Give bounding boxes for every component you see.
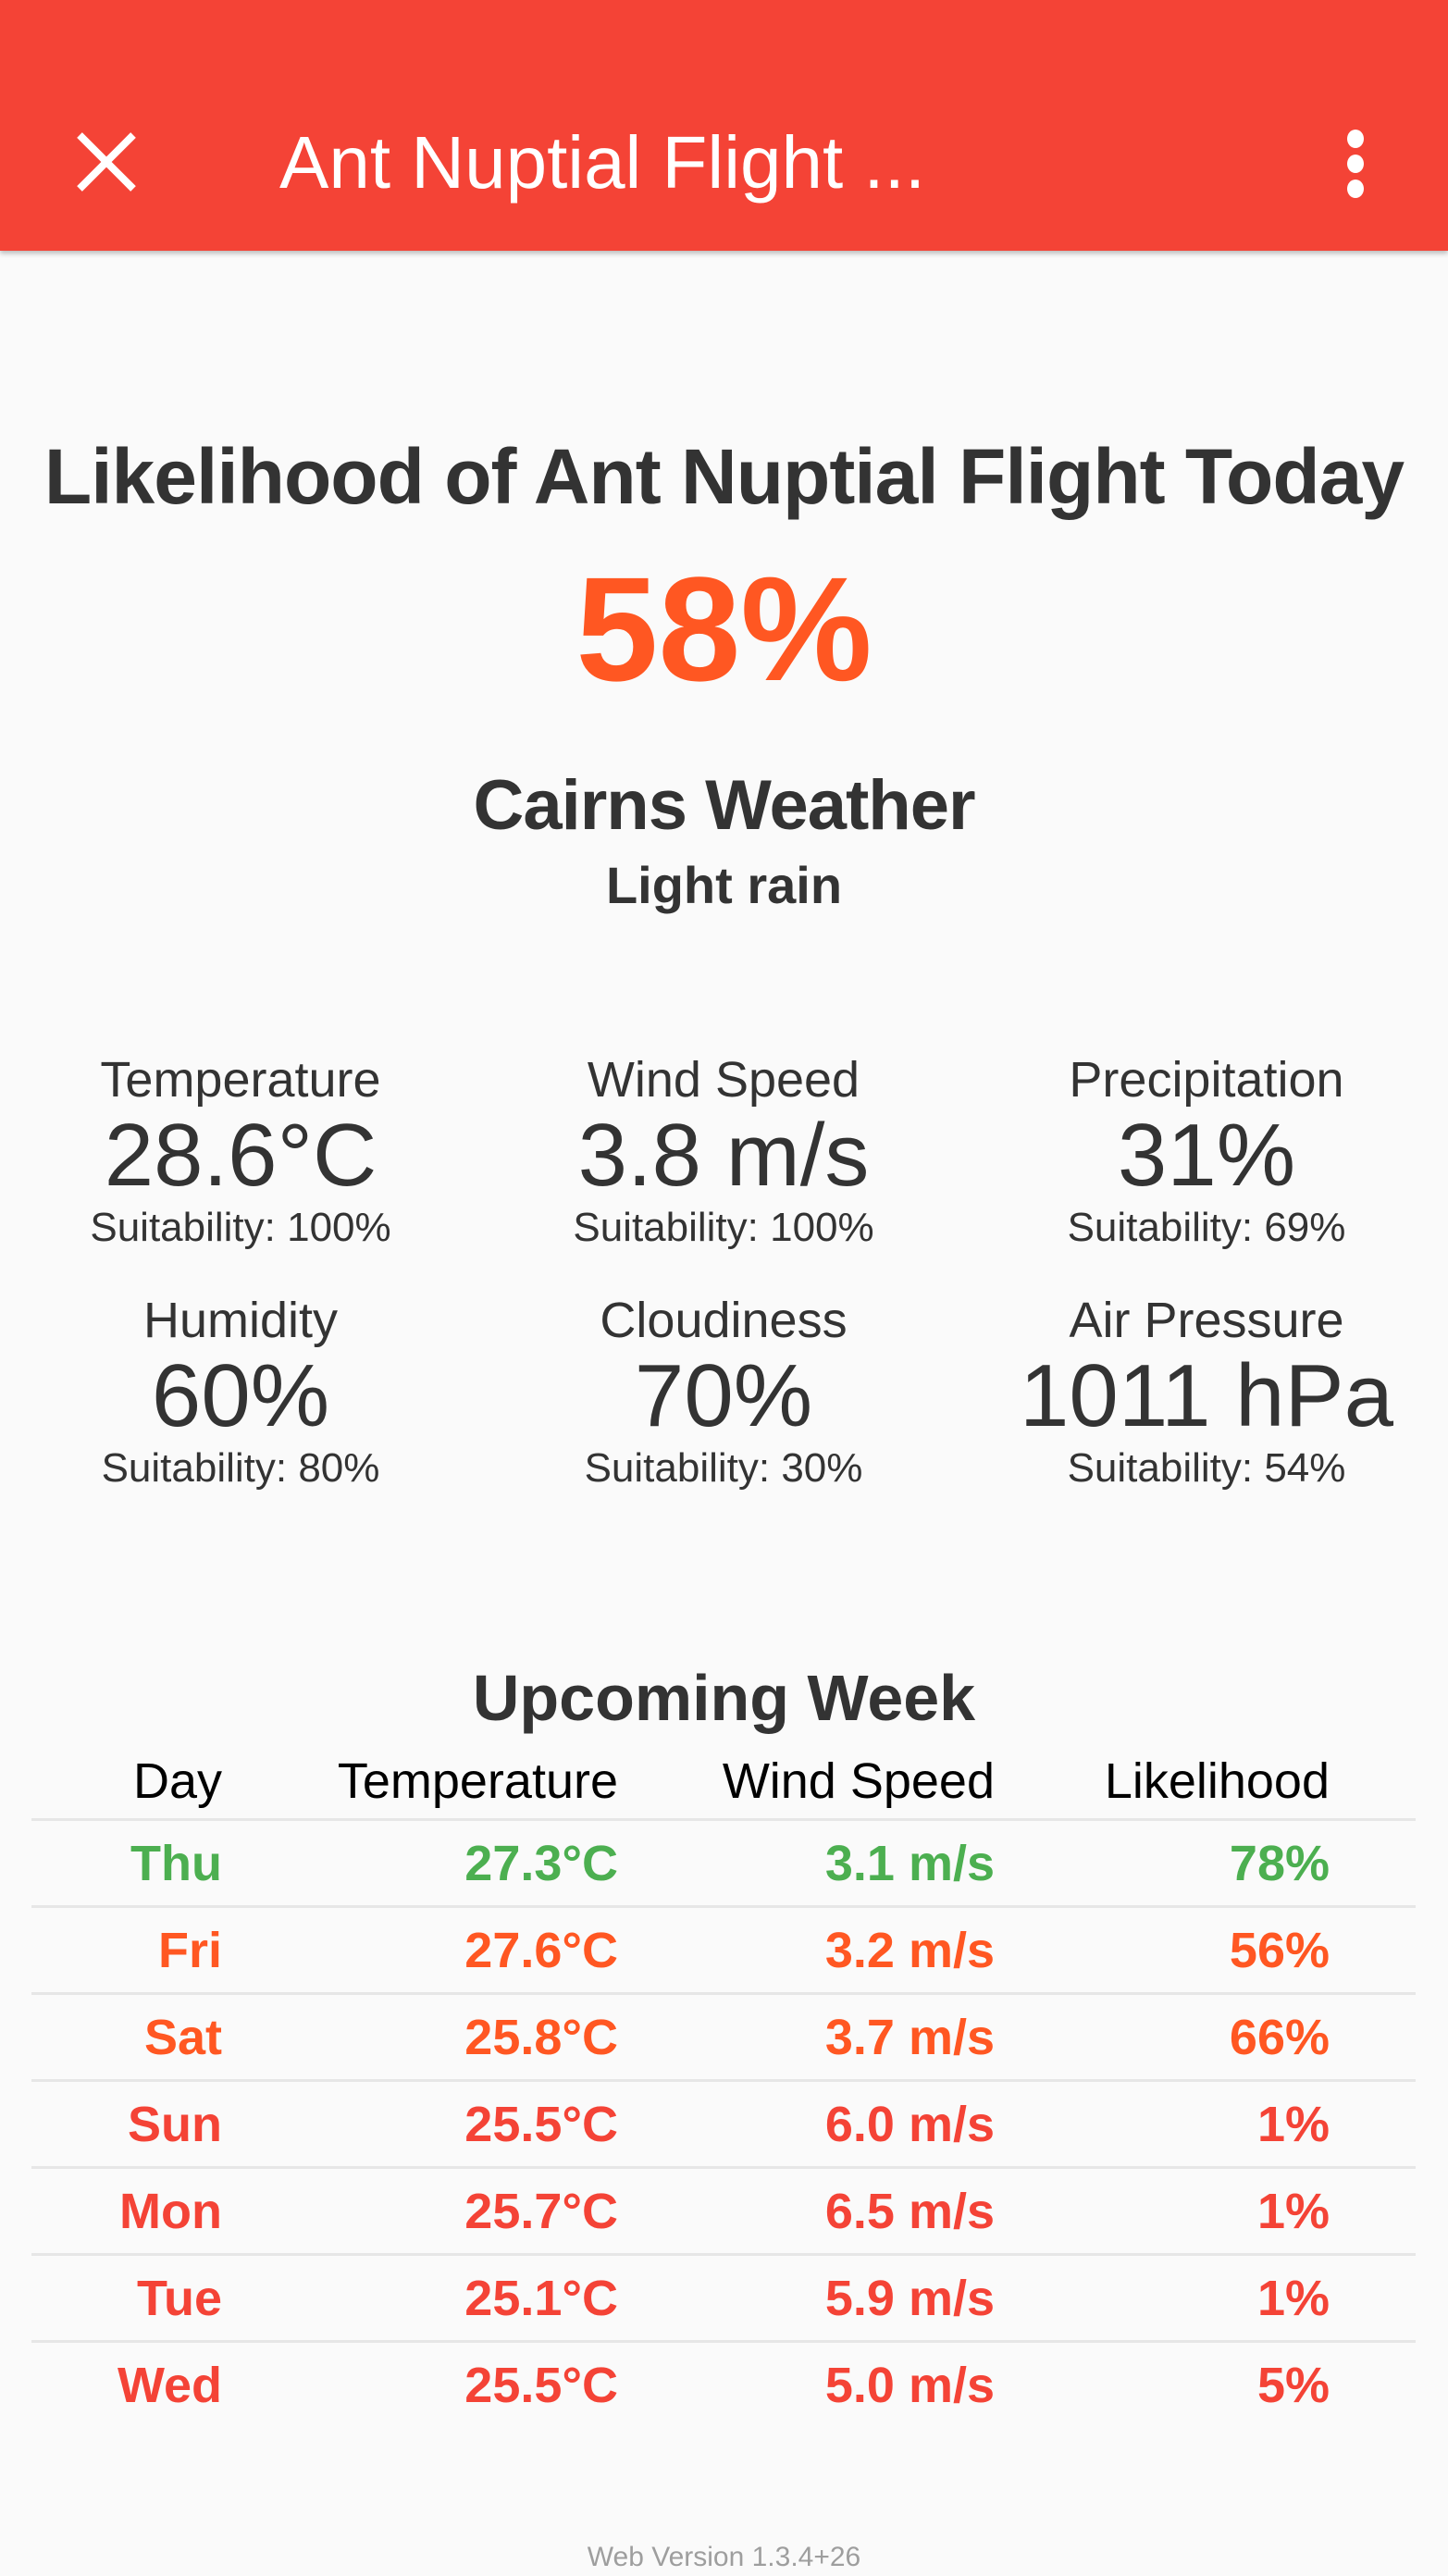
stat-value: 70% [634, 1346, 813, 1445]
cell-wind-speed: 3.7 m/s [618, 1992, 995, 2081]
cell-day: Tue [31, 2253, 222, 2342]
cell-wind-speed: 3.2 m/s [618, 1905, 995, 1994]
cell-likelihood: 66% [995, 1992, 1330, 2081]
stat-label: Precipitation [1069, 1052, 1344, 1108]
cell-wind-speed: 6.5 m/s [618, 2166, 995, 2255]
stat-suitability: Suitability: 100% [573, 1205, 874, 1250]
header-temperature: Temperature [337, 1753, 618, 1809]
app-title: Ant Nuptial Flight ... [279, 121, 926, 204]
stat-air-pressure: Air Pressure 1011 hPa Suitability: 54% [966, 1291, 1447, 1494]
cell-likelihood: 1% [995, 2079, 1330, 2168]
stat-value: 60% [151, 1346, 330, 1445]
cell-temperature: 25.7°C [222, 2166, 618, 2255]
cell-day: Wed [31, 2340, 222, 2427]
week-table: Day Temperature Wind Speed Likelihood Th… [31, 1744, 1416, 2427]
table-row: Sun 25.5°C 6.0 m/s 1% [31, 2079, 1416, 2168]
stat-value: 31% [1117, 1106, 1296, 1205]
stat-cloudiness: Cloudiness 70% Suitability: 30% [483, 1291, 964, 1494]
table-row: Wed 25.5°C 5.0 m/s 5% [31, 2340, 1416, 2427]
header-likelihood: Likelihood [1104, 1753, 1330, 1809]
stat-suitability: Suitability: 100% [90, 1205, 391, 1250]
table-row: Sat 25.8°C 3.7 m/s 66% [31, 1992, 1416, 2081]
cell-temperature: 25.1°C [222, 2253, 618, 2342]
stat-suitability: Suitability: 80% [101, 1445, 380, 1491]
weather-description: Light rain [605, 856, 843, 914]
cell-wind-speed: 5.0 m/s [618, 2340, 995, 2427]
table-header: Day Temperature Wind Speed Likelihood [31, 1744, 1416, 1820]
cell-day: Sun [31, 2079, 222, 2168]
stat-suitability: Suitability: 54% [1067, 1445, 1346, 1491]
cell-temperature: 25.5°C [222, 2340, 618, 2427]
table-row: Mon 25.7°C 6.5 m/s 1% [31, 2166, 1416, 2255]
stat-label: Humidity [142, 1293, 339, 1348]
stat-label: Wind Speed [587, 1052, 860, 1108]
likelihood-value: 58% [575, 546, 873, 712]
close-icon[interactable] [74, 130, 139, 194]
stat-precipitation: Precipitation 31% Suitability: 69% [966, 1050, 1447, 1254]
cell-temperature: 27.6°C [222, 1905, 618, 1994]
stat-label: Cloudiness [600, 1293, 848, 1348]
table-row: Thu 27.3°C 3.1 m/s 78% [31, 1818, 1416, 1907]
cell-day: Thu [31, 1818, 222, 1907]
cell-temperature: 25.8°C [222, 1992, 618, 2081]
cell-temperature: 27.3°C [222, 1818, 618, 1907]
cell-likelihood: 5% [995, 2340, 1330, 2427]
more-vert-icon[interactable] [1342, 130, 1369, 198]
cell-day: Sat [31, 1992, 222, 2081]
stat-suitability: Suitability: 30% [584, 1445, 863, 1491]
stat-value: 28.6°C [104, 1106, 377, 1205]
stat-humidity: Humidity 60% Suitability: 80% [0, 1291, 481, 1494]
cell-day: Fri [31, 1905, 222, 1994]
cell-wind-speed: 6.0 m/s [618, 2079, 995, 2168]
header-wind-speed: Wind Speed [722, 1753, 995, 1809]
cell-day: Mon [31, 2166, 222, 2255]
cell-likelihood: 1% [995, 2166, 1330, 2255]
cell-likelihood: 56% [995, 1905, 1330, 1994]
stat-label: Temperature [100, 1052, 381, 1108]
cell-likelihood: 78% [995, 1818, 1330, 1907]
cell-likelihood: 1% [995, 2253, 1330, 2342]
stat-temperature: Temperature 28.6°C Suitability: 100% [0, 1050, 481, 1254]
table-row: Tue 25.1°C 5.9 m/s 1% [31, 2253, 1416, 2342]
week-title: Upcoming Week [472, 1662, 976, 1734]
stat-value: 1011 hPa [1020, 1346, 1393, 1445]
stat-suitability: Suitability: 69% [1067, 1205, 1346, 1250]
header-day: Day [132, 1753, 222, 1809]
app-bar: Ant Nuptial Flight ... [0, 0, 1448, 251]
stat-wind-speed: Wind Speed 3.8 m/s Suitability: 100% [483, 1050, 964, 1254]
stat-value: 3.8 m/s [577, 1106, 870, 1205]
page-heading: Likelihood of Ant Nuptial Flight Today [43, 433, 1405, 520]
cell-wind-speed: 3.1 m/s [618, 1818, 995, 1907]
stat-label: Air Pressure [1069, 1293, 1344, 1348]
version-footer: Web Version 1.3.4+26 [587, 2542, 861, 2572]
weather-title: Cairns Weather [473, 766, 975, 845]
cell-temperature: 25.5°C [222, 2079, 618, 2168]
cell-wind-speed: 5.9 m/s [618, 2253, 995, 2342]
table-row: Fri 27.6°C 3.2 m/s 56% [31, 1905, 1416, 1994]
